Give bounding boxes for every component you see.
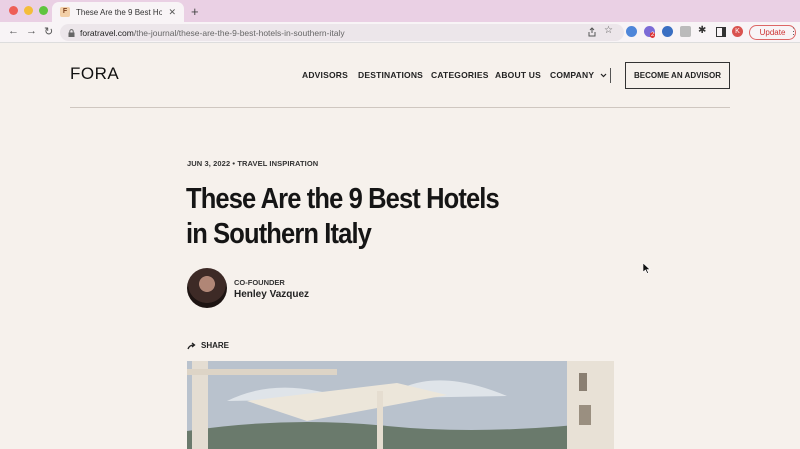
- article-category[interactable]: TRAVEL INSPIRATION: [237, 159, 318, 168]
- extension-badge-count: 2: [650, 32, 656, 38]
- mouse-cursor-icon: [643, 263, 651, 274]
- webpage: FORA ADVISORS DESTINATIONS CATEGORIES AB…: [0, 43, 800, 449]
- star-icon[interactable]: ☆: [604, 25, 613, 36]
- reload-icon[interactable]: ↻: [44, 25, 53, 38]
- share-button[interactable]: SHARE: [187, 341, 229, 350]
- become-advisor-button[interactable]: BECOME AN ADVISOR: [625, 62, 730, 89]
- address-bar[interactable]: foratravel.com/the-journal/these-are-the…: [60, 24, 624, 41]
- author-avatar: [187, 268, 227, 308]
- extensions-icon[interactable]: ✱: [698, 25, 706, 36]
- site-logo[interactable]: FORA: [70, 64, 119, 84]
- hero-image: [187, 361, 614, 449]
- new-tab-icon[interactable]: +: [191, 4, 199, 19]
- browser-tab[interactable]: F These Are the 9 Best Hotels in ✕: [52, 2, 184, 22]
- author-name[interactable]: Henley Vazquez: [234, 289, 309, 300]
- lock-icon: [68, 28, 75, 37]
- close-window-button[interactable]: [9, 6, 18, 15]
- tab-close-icon[interactable]: ✕: [168, 7, 176, 18]
- nav-company-label: COMPANY: [550, 70, 595, 80]
- author-role: CO-FOUNDER: [234, 278, 285, 287]
- profile-avatar[interactable]: K: [732, 26, 743, 37]
- nav-destinations[interactable]: DESTINATIONS: [358, 70, 423, 80]
- article-date: JUN 3, 2022: [187, 159, 231, 168]
- nav-about-us[interactable]: ABOUT US: [495, 70, 541, 80]
- share-page-icon[interactable]: [587, 27, 597, 37]
- article-meta: JUN 3, 2022 • TRAVEL INSPIRATION: [187, 159, 318, 168]
- url-text: foratravel.com/the-journal/these-are-the…: [80, 27, 345, 38]
- share-arrow-icon: [187, 341, 196, 349]
- browser-menu-icon[interactable]: ⋮: [789, 26, 798, 37]
- browser-toolbar: ← → ↻ foratravel.com/the-journal/these-a…: [0, 22, 800, 43]
- browser-tab-strip: F These Are the 9 Best Hotels in ✕ +: [0, 0, 800, 22]
- window-controls: [9, 6, 48, 15]
- header-divider: [70, 107, 730, 108]
- sidebar-icon[interactable]: [716, 27, 726, 37]
- nav-categories[interactable]: CATEGORIES: [431, 70, 489, 80]
- meta-separator: •: [232, 159, 236, 168]
- zoom-window-button[interactable]: [39, 6, 48, 15]
- nav-advisors[interactable]: ADVISORS: [302, 70, 348, 80]
- share-label: SHARE: [201, 341, 230, 350]
- extension-camera-icon[interactable]: [662, 26, 673, 37]
- tab-title: These Are the 9 Best Hotels in: [76, 7, 163, 17]
- minimize-window-button[interactable]: [24, 6, 33, 15]
- forward-icon[interactable]: →: [26, 25, 37, 37]
- article-title: These Are the 9 Best Hotels in Southern …: [186, 183, 500, 250]
- nav-divider: [610, 68, 611, 83]
- nav-company[interactable]: COMPANY: [550, 70, 607, 80]
- favicon-icon: F: [60, 7, 70, 17]
- back-icon[interactable]: ←: [8, 25, 19, 37]
- extension-info-icon[interactable]: [626, 26, 637, 37]
- extension-s-icon[interactable]: [680, 26, 691, 37]
- chevron-down-icon: [600, 73, 607, 78]
